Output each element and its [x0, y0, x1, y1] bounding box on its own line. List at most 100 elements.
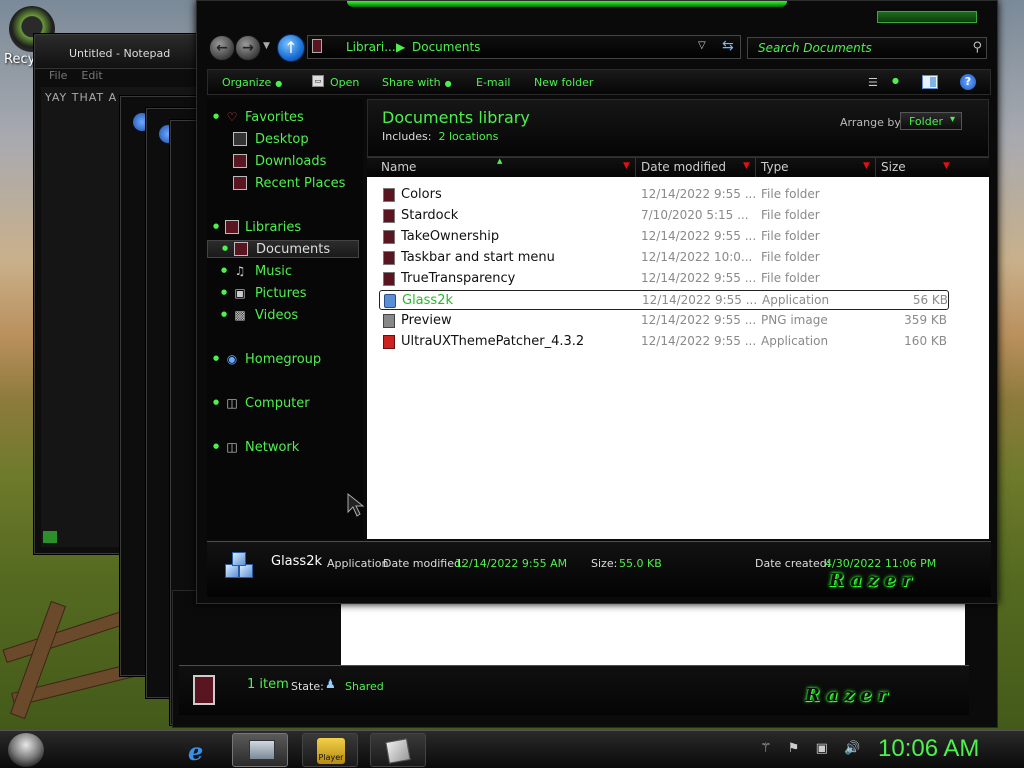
- back-button[interactable]: ←: [209, 35, 235, 61]
- file-type: File folder: [761, 208, 820, 222]
- change-view-icon[interactable]: ☰: [868, 76, 878, 89]
- file-row[interactable]: TakeOwnership 12/14/2022 9:55 ... File f…: [379, 227, 949, 247]
- file-row[interactable]: Colors 12/14/2022 9:55 ... File folder: [379, 185, 949, 205]
- expand-icon[interactable]: ●: [213, 354, 219, 362]
- breadcrumb-libraries[interactable]: Librari...: [346, 40, 396, 54]
- taskbar-media-player[interactable]: Player: [302, 733, 358, 767]
- email-button[interactable]: E-mail: [476, 76, 511, 89]
- file-date: 12/14/2022 9:55 ...: [642, 293, 758, 307]
- folder-icon: [383, 272, 395, 286]
- state-value: Shared: [345, 680, 384, 693]
- breadcrumb-separator-icon[interactable]: ▶: [396, 40, 405, 54]
- taskbar-windows-explorer[interactable]: [232, 733, 288, 767]
- nav-computer[interactable]: ● ◫ Computer: [207, 395, 359, 413]
- taskbar-internet-explorer[interactable]: e: [174, 733, 230, 767]
- column-divider[interactable]: [875, 158, 876, 178]
- display-tray-icon[interactable]: ▣: [816, 741, 828, 756]
- includes-locations-link[interactable]: 2 locations: [438, 130, 498, 143]
- nav-downloads[interactable]: Downloads: [207, 153, 359, 171]
- notepad-menu-edit[interactable]: Edit: [81, 69, 102, 82]
- flag-tray-icon[interactable]: ⚑: [788, 741, 800, 756]
- file-row[interactable]: TrueTransparency 12/14/2022 9:55 ... Fil…: [379, 269, 949, 289]
- search-icon[interactable]: ⚲: [972, 40, 982, 55]
- open-button[interactable]: Open: [330, 76, 359, 89]
- window-controls[interactable]: [877, 11, 977, 23]
- explorer-window[interactable]: ← → ▼ ↑ Librari... ▶ Documents ▽ ⇆ Searc…: [196, 0, 998, 604]
- file-name: Stardock: [401, 208, 459, 223]
- column-name[interactable]: Name: [381, 160, 416, 174]
- history-dropdown-icon[interactable]: ▼: [263, 41, 270, 51]
- explorer-window-behind[interactable]: 1 item State: ♟ Shared Razer: [172, 590, 998, 728]
- arrange-by-dropdown[interactable]: Folder: [900, 112, 962, 130]
- search-box[interactable]: Search Documents ⚲: [747, 37, 987, 59]
- network-tray-icon[interactable]: ⚚: [760, 741, 772, 756]
- nav-homegroup[interactable]: ● ◉ Homegroup: [207, 351, 359, 369]
- nav-music-label: Music: [255, 264, 292, 279]
- file-row[interactable]: Preview 12/14/2022 9:55 ... PNG image 35…: [379, 311, 949, 331]
- nav-documents[interactable]: ● Documents: [207, 240, 359, 258]
- nav-recent-places[interactable]: Recent Places: [207, 175, 359, 193]
- nav-downloads-label: Downloads: [255, 154, 327, 169]
- file-name: UltraUXThemePatcher_4.3.2: [401, 334, 585, 349]
- column-date-filter-icon[interactable]: ▼: [743, 161, 750, 171]
- expand-icon[interactable]: ●: [213, 398, 219, 406]
- file-date: 12/14/2022 9:55 ...: [641, 313, 757, 327]
- column-divider[interactable]: [755, 158, 756, 178]
- column-size-filter-icon[interactable]: ▼: [943, 161, 950, 171]
- file-row-selected[interactable]: Glass2k 12/14/2022 9:55 ... Application …: [379, 290, 949, 310]
- nav-desktop[interactable]: Desktop: [207, 131, 359, 149]
- nav-network-label: Network: [245, 440, 300, 455]
- column-date-modified[interactable]: Date modified: [641, 160, 726, 174]
- file-type: File folder: [761, 229, 820, 243]
- new-folder-button[interactable]: New folder: [534, 76, 593, 89]
- forward-button[interactable]: →: [235, 35, 261, 61]
- share-with-button[interactable]: Share with ●: [382, 76, 452, 89]
- expand-icon[interactable]: ●: [213, 442, 219, 450]
- expand-icon[interactable]: ●: [213, 112, 219, 120]
- column-type-filter-icon[interactable]: ▼: [863, 161, 870, 171]
- expand-icon[interactable]: ●: [221, 310, 227, 318]
- file-name: Glass2k: [402, 293, 453, 308]
- column-type[interactable]: Type: [761, 160, 789, 174]
- expand-icon[interactable]: ●: [221, 288, 227, 296]
- organize-button[interactable]: Organize ●: [222, 76, 282, 89]
- taskbar-clock[interactable]: 10:06 AM: [878, 735, 979, 763]
- expand-icon[interactable]: ●: [222, 244, 228, 252]
- nav-network[interactable]: ● ◫ Network: [207, 439, 359, 457]
- nav-music[interactable]: ● ♫ Music: [207, 263, 359, 281]
- notepad-menu-file[interactable]: File: [49, 69, 67, 82]
- file-row[interactable]: UltraUXThemePatcher_4.3.2 12/14/2022 9:5…: [379, 332, 949, 352]
- nav-videos[interactable]: ● ▩ Videos: [207, 307, 359, 325]
- share-with-label: Share with: [382, 76, 441, 89]
- library-title: Documents library: [382, 108, 530, 127]
- column-size[interactable]: Size: [881, 160, 906, 174]
- address-bar[interactable]: Librari... ▶ Documents ▽ ⇆: [307, 35, 741, 59]
- preview-pane-icon[interactable]: [922, 75, 938, 89]
- nav-favorites[interactable]: ● ♡ Favorites: [207, 109, 359, 127]
- taskbar: e Player ⚚ ⚑ ▣ 🔊 10:06 AM: [0, 730, 1024, 768]
- column-divider[interactable]: [635, 158, 636, 178]
- up-folder-button[interactable]: ↑: [277, 34, 305, 62]
- taskbar-notepad[interactable]: [370, 733, 426, 767]
- view-dropdown-icon[interactable]: ●: [892, 76, 899, 85]
- breadcrumb-documents[interactable]: Documents: [412, 40, 480, 54]
- file-name: Preview: [401, 313, 452, 328]
- nav-pictures[interactable]: ● ▣ Pictures: [207, 285, 359, 303]
- expand-icon[interactable]: ●: [213, 222, 219, 230]
- column-name-filter-icon[interactable]: ▼: [623, 161, 630, 171]
- library-header: Documents library Includes: 2 locations …: [367, 99, 989, 157]
- details-file-name: Glass2k: [271, 554, 322, 569]
- file-type: File folder: [761, 271, 820, 285]
- start-button[interactable]: [8, 733, 44, 767]
- file-type: Application: [761, 334, 829, 348]
- help-icon[interactable]: ?: [960, 74, 976, 90]
- file-name: Colors: [401, 187, 442, 202]
- refresh-icon[interactable]: ⇆: [722, 38, 734, 54]
- internet-explorer-icon: e: [188, 737, 204, 766]
- nav-libraries[interactable]: ● Libraries: [207, 219, 359, 237]
- expand-icon[interactable]: ●: [221, 266, 227, 274]
- volume-tray-icon[interactable]: 🔊: [844, 741, 860, 756]
- file-row[interactable]: Stardock 7/10/2020 5:15 ... File folder: [379, 206, 949, 226]
- file-row[interactable]: Taskbar and start menu 12/14/2022 10:0..…: [379, 248, 949, 268]
- address-dropdown-icon[interactable]: ▽: [698, 40, 706, 51]
